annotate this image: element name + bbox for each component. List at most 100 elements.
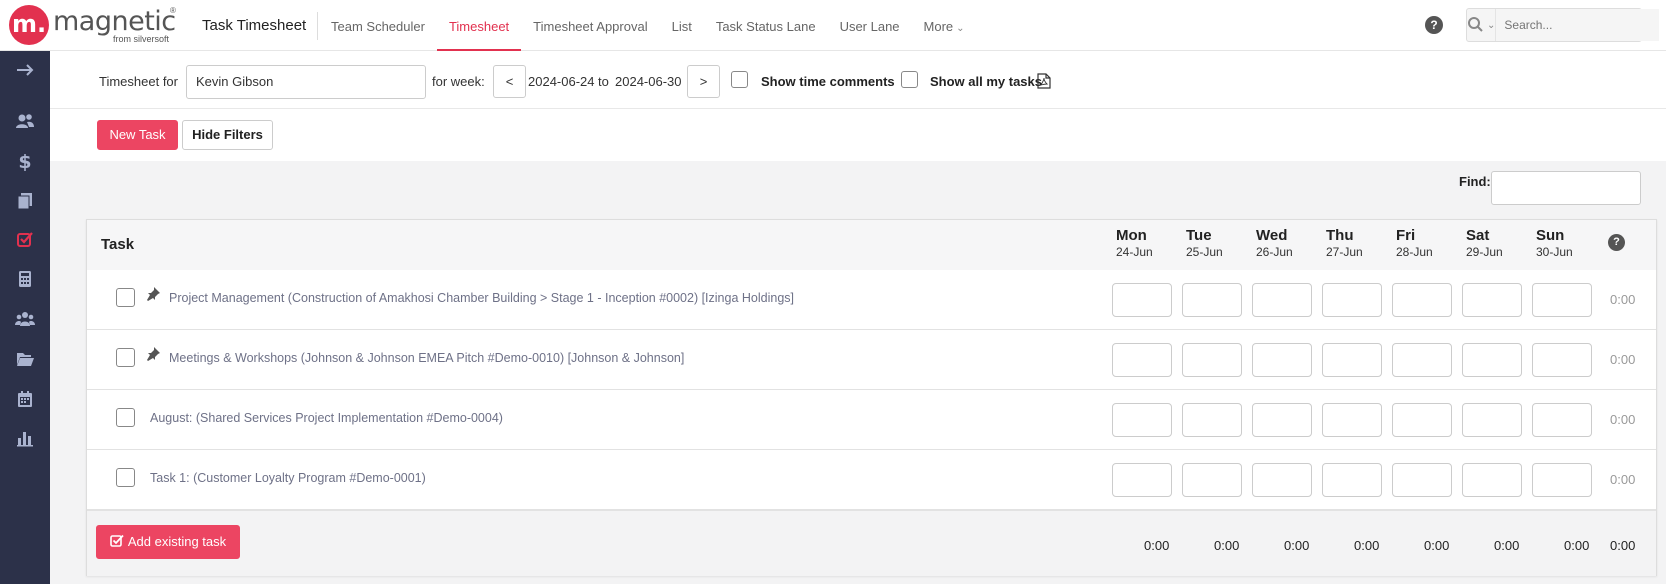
hours-input-thu[interactable] [1322, 343, 1382, 377]
hours-input-sat[interactable] [1462, 283, 1522, 317]
hours-input-sat[interactable] [1462, 343, 1522, 377]
hours-input-sun[interactable] [1532, 343, 1592, 377]
app-title: Task Timesheet [202, 17, 307, 34]
row-select-checkbox[interactable] [116, 288, 135, 307]
day-name: Fri [1396, 227, 1416, 244]
for-week-label: for week: [432, 74, 485, 89]
hours-input-thu[interactable] [1322, 403, 1382, 437]
calculator-icon[interactable] [0, 265, 50, 293]
row-select-checkbox[interactable] [116, 468, 135, 487]
day-date: 28-Jun [1396, 245, 1433, 259]
day-date: 30-Jun [1536, 245, 1573, 259]
hours-input-thu[interactable] [1322, 283, 1382, 317]
nav-task-status-lane[interactable]: Task Status Lane [704, 0, 828, 51]
hours-input-mon[interactable] [1112, 283, 1172, 317]
hours-input-sun[interactable] [1532, 463, 1592, 497]
hours-input-wed[interactable] [1252, 343, 1312, 377]
search-scope-button[interactable]: ⌄ [1467, 9, 1497, 41]
day-name: Thu [1326, 227, 1354, 244]
row-total: 0:00 [1610, 292, 1636, 307]
row-select-checkbox[interactable] [116, 408, 135, 427]
day-total-tue: 0:00 [1214, 538, 1240, 553]
reports-chart-icon[interactable] [0, 424, 50, 452]
hours-input-fri[interactable] [1392, 463, 1452, 497]
hours-input-fri[interactable] [1392, 403, 1452, 437]
day-total-fri: 0:00 [1424, 538, 1450, 553]
nav-team-scheduler[interactable]: Team Scheduler [319, 0, 437, 51]
hours-input-tue[interactable] [1182, 343, 1242, 377]
svg-text:$: $ [18, 151, 31, 171]
pin-icon[interactable] [145, 346, 161, 362]
tasks-check-icon[interactable] [0, 226, 50, 254]
hours-input-mon[interactable] [1112, 403, 1172, 437]
task-name[interactable]: Task 1: (Customer Loyalty Program #Demo-… [150, 471, 426, 485]
timesheet-for-user-select[interactable]: Kevin Gibson [186, 65, 426, 99]
find-label: Find: [1459, 174, 1491, 189]
pin-icon[interactable] [145, 286, 161, 302]
help-icon[interactable]: ? [1425, 16, 1443, 34]
hours-input-wed[interactable] [1252, 463, 1312, 497]
add-existing-task-button[interactable]: Add existing task [96, 525, 240, 559]
show-all-my-tasks-checkbox[interactable] [901, 71, 918, 88]
day-total-wed: 0:00 [1284, 538, 1310, 553]
table-row: Project Management (Construction of Amak… [87, 270, 1656, 330]
contacts-icon[interactable] [0, 107, 50, 135]
folder-icon[interactable] [0, 345, 50, 373]
logo-subtitle: from silversoft [113, 34, 170, 44]
hours-input-fri[interactable] [1392, 343, 1452, 377]
show-all-my-tasks-label[interactable]: Show all my tasks [930, 74, 1042, 89]
search-box: ⌄ [1466, 8, 1660, 42]
next-week-button[interactable]: > [687, 65, 720, 98]
hours-input-mon[interactable] [1112, 343, 1172, 377]
magnetic-logo[interactable]: m. magnetic ® from silversoft [9, 4, 184, 46]
hours-input-fri[interactable] [1392, 283, 1452, 317]
action-bar: New Task Hide Filters [50, 109, 1666, 161]
main-nav: Team Scheduler Timesheet Timesheet Appro… [319, 0, 977, 51]
table-row: Task 1: (Customer Loyalty Program #Demo-… [87, 450, 1656, 510]
nav-more[interactable]: More ⌄ [912, 0, 977, 51]
grand-total: 0:00 [1610, 538, 1636, 553]
calendar-icon[interactable] [0, 385, 50, 413]
day-name: Mon [1116, 227, 1147, 244]
dollar-icon[interactable]: $ [0, 147, 50, 175]
team-icon[interactable] [0, 305, 50, 333]
pdf-export-icon[interactable] [1037, 73, 1051, 89]
hours-input-wed[interactable] [1252, 283, 1312, 317]
nav-timesheet[interactable]: Timesheet [436, 0, 522, 51]
nav-list[interactable]: List [660, 0, 704, 51]
hours-input-mon[interactable] [1112, 463, 1172, 497]
chevron-down-icon: ⌄ [1487, 19, 1496, 31]
prev-week-button[interactable]: < [493, 65, 526, 98]
week-end-date[interactable]: 2024-06-30 [615, 74, 682, 89]
nav-timesheet-approval[interactable]: Timesheet Approval [521, 0, 659, 51]
expand-arrow-icon[interactable] [0, 56, 50, 84]
filter-row: Timesheet for Kevin Gibson for week: < 2… [50, 51, 1666, 109]
table-row: August: (Shared Services Project Impleme… [87, 390, 1656, 450]
hours-input-sun[interactable] [1532, 283, 1592, 317]
task-name[interactable]: August: (Shared Services Project Impleme… [150, 411, 503, 425]
nav-user-lane[interactable]: User Lane [828, 0, 912, 51]
new-task-button[interactable]: New Task [97, 120, 178, 150]
day-total-thu: 0:00 [1354, 538, 1380, 553]
hours-input-sat[interactable] [1462, 463, 1522, 497]
day-total-sun: 0:00 [1564, 538, 1590, 553]
search-input[interactable] [1496, 9, 1660, 41]
row-select-checkbox[interactable] [116, 348, 135, 367]
documents-icon[interactable] [0, 187, 50, 215]
week-start-date[interactable]: 2024-06-24 [528, 74, 595, 89]
hours-input-sat[interactable] [1462, 403, 1522, 437]
hours-input-tue[interactable] [1182, 403, 1242, 437]
help-icon[interactable]: ? [1608, 234, 1625, 251]
show-time-comments-label[interactable]: Show time comments [761, 74, 895, 89]
task-name[interactable]: Meetings & Workshops (Johnson & Johnson … [169, 351, 684, 365]
hours-input-wed[interactable] [1252, 403, 1312, 437]
hours-input-tue[interactable] [1182, 463, 1242, 497]
find-input[interactable] [1491, 171, 1641, 205]
hide-filters-button[interactable]: Hide Filters [182, 120, 273, 150]
hours-input-tue[interactable] [1182, 283, 1242, 317]
day-date: 25-Jun [1186, 245, 1223, 259]
hours-input-sun[interactable] [1532, 403, 1592, 437]
show-time-comments-checkbox[interactable] [731, 71, 748, 88]
task-name[interactable]: Project Management (Construction of Amak… [169, 291, 794, 305]
hours-input-thu[interactable] [1322, 463, 1382, 497]
